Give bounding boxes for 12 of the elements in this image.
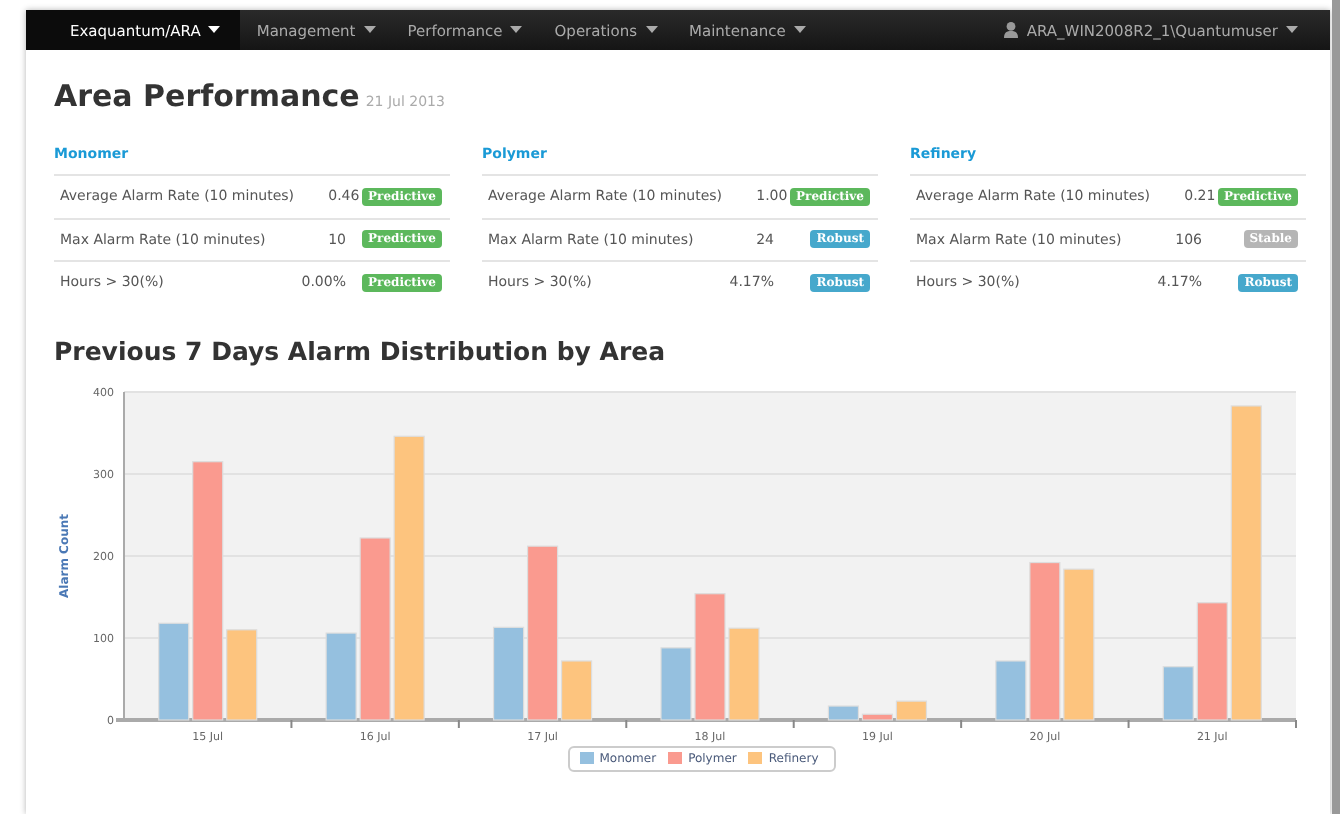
caret-icon (645, 26, 658, 34)
legend-swatch (668, 752, 683, 764)
legend-swatch (579, 752, 594, 764)
chart-title: Previous 7 Days Alarm Distribution by Area (54, 335, 668, 370)
caret-icon (793, 26, 806, 34)
caret-icon (510, 26, 523, 34)
caret-icon (208, 26, 221, 34)
caret-icon (363, 26, 376, 34)
page-title: Area Performance (54, 78, 360, 114)
legend-swatch (748, 752, 763, 764)
user-icon (1004, 22, 1019, 38)
caret-icon (1286, 26, 1298, 34)
